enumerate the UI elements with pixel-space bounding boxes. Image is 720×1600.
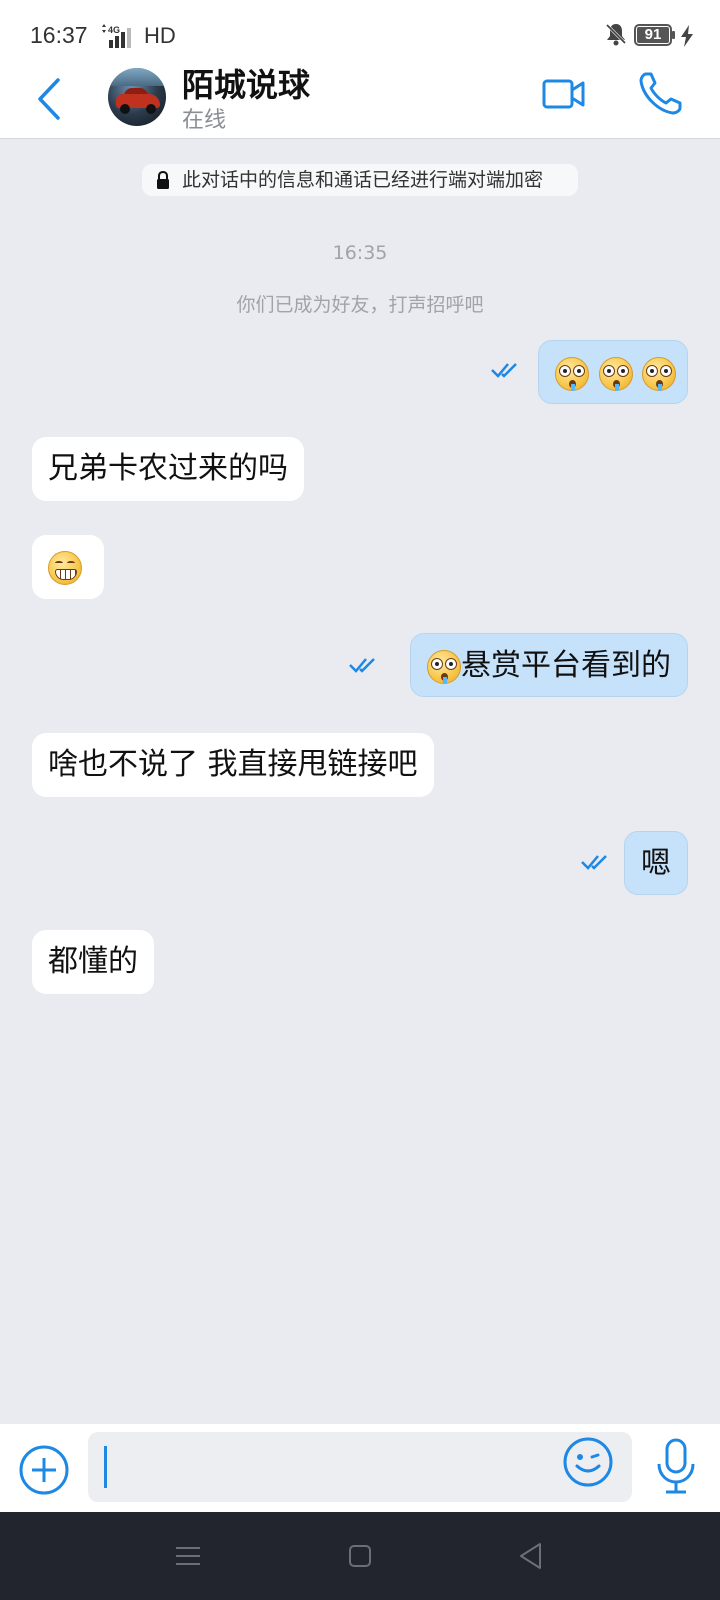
message-text: 兄弟卡农过来的吗 [48, 451, 288, 486]
svg-text:4G: 4G [108, 25, 120, 35]
message-text: 都懂的 [48, 944, 138, 979]
grin-emoji-icon [48, 550, 82, 585]
chat-header: 陌城说球 在线 [0, 60, 720, 139]
input-bar [0, 1424, 720, 1512]
friend-notice: 你们已成为好友，打声招呼吧 [236, 294, 484, 316]
home-icon[interactable] [348, 1544, 372, 1568]
read-receipt-icon [581, 855, 607, 870]
charging-icon [681, 25, 693, 47]
time-divider: 16:35 [332, 242, 388, 264]
contact-name[interactable]: 陌城说球 [182, 60, 310, 106]
message-bubble-incoming[interactable]: 啥也不说了 我直接甩链接吧 [32, 733, 434, 797]
menu-icon[interactable] [176, 1544, 200, 1568]
flushed-emoji-icon [427, 649, 461, 684]
emoji-icon[interactable] [562, 1436, 614, 1488]
flushed-emoji-icon [642, 356, 677, 391]
read-receipt-icon [491, 363, 517, 378]
message-bubble-incoming[interactable]: 都懂的 [32, 930, 154, 994]
lock-icon [157, 171, 169, 189]
message-text: 嗯 [641, 846, 671, 881]
mute-icon [605, 23, 627, 46]
hd-indicator: HD [144, 23, 176, 48]
message-bubble-outgoing[interactable] [538, 340, 688, 404]
plus-icon[interactable] [18, 1444, 70, 1496]
read-receipt-icon [349, 658, 375, 673]
message-bubble-incoming[interactable] [32, 535, 104, 599]
message-text: 啥也不说了 我直接甩链接吧 [48, 747, 418, 782]
battery-level: 91 [644, 26, 662, 43]
avatar[interactable] [108, 68, 166, 126]
message-bubble-incoming[interactable]: 兄弟卡农过来的吗 [32, 437, 304, 501]
text-caret [104, 1446, 107, 1488]
flushed-emoji-icon [598, 356, 633, 391]
message-input[interactable] [88, 1432, 632, 1502]
video-call-icon[interactable] [542, 74, 586, 114]
message-text: 悬赏平台看到的 [461, 648, 671, 683]
signal-icon: 4G [102, 24, 131, 48]
flushed-emoji-icon [555, 356, 589, 391]
microphone-icon[interactable] [654, 1438, 698, 1494]
encryption-notice: 此对话中的信息和通话已经进行端对端加密 [142, 164, 578, 196]
phone-icon[interactable] [638, 70, 684, 116]
encryption-notice-text: 此对话中的信息和通话已经进行端对端加密 [182, 169, 544, 191]
navigation-bar [0, 1512, 720, 1600]
back-icon[interactable] [34, 74, 66, 124]
battery-tip [672, 31, 675, 39]
message-bubble-outgoing[interactable]: 悬赏平台看到的 [410, 633, 688, 697]
contact-status: 在线 [182, 108, 227, 133]
status-time: 16:37 [30, 22, 88, 48]
back-nav-icon[interactable] [518, 1542, 544, 1570]
message-bubble-outgoing[interactable]: 嗯 [624, 831, 688, 895]
